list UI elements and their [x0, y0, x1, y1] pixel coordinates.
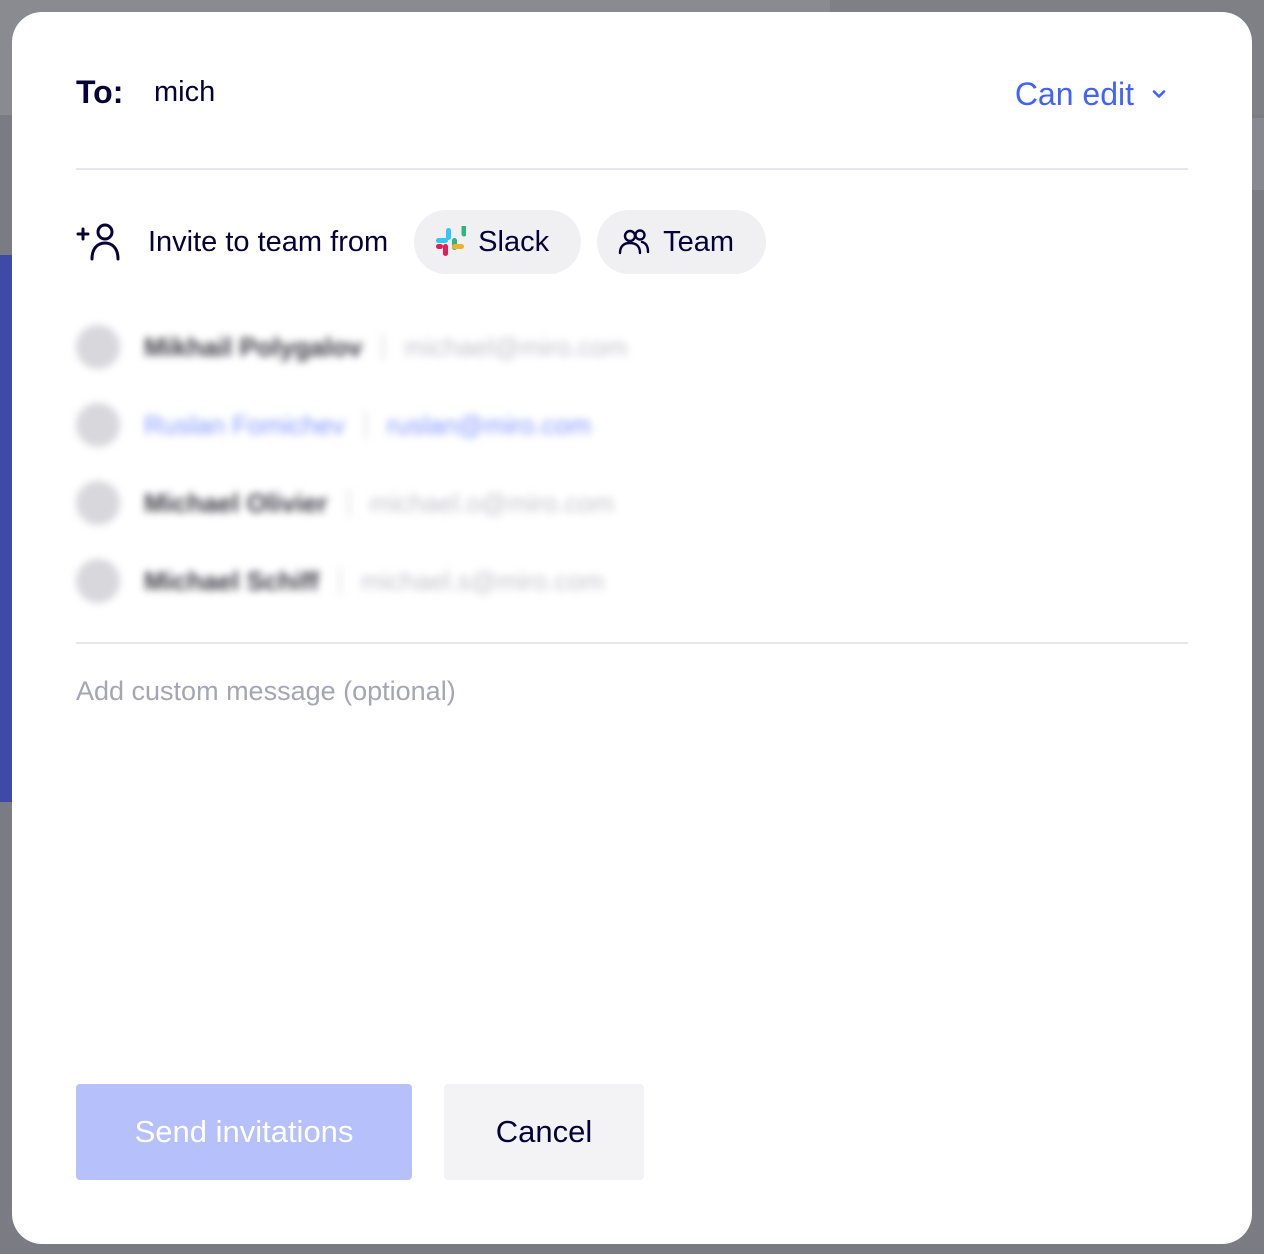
suggestion-item[interactable]: Michael Olivier michael.o@miro.com — [76, 464, 776, 542]
chevron-down-icon — [1152, 90, 1166, 98]
suggestion-email: michael@miro.com — [404, 331, 628, 362]
suggestion-name: Michael Olivier — [144, 487, 328, 518]
invite-label: Invite to team from — [148, 225, 389, 258]
invite-from-row: Invite to team from Slack Team — [76, 210, 782, 274]
avatar — [76, 559, 120, 603]
suggestion-item[interactable]: Mikhail Polygalov michael@miro.com — [76, 308, 776, 386]
suggestion-email: ruslan@miro.com — [386, 409, 591, 440]
suggestion-email: michael.s@miro.com — [360, 565, 604, 596]
separator — [382, 333, 385, 361]
recipient-input[interactable] — [154, 72, 854, 112]
suggestion-name: Ruslan Fomichev — [144, 409, 345, 440]
permission-dropdown[interactable]: Can edit — [1015, 72, 1168, 116]
team-button[interactable]: Team — [597, 210, 766, 274]
suggestion-item-highlighted[interactable]: Ruslan Fomichev ruslan@miro.com — [76, 386, 776, 464]
team-label: Team — [663, 225, 734, 258]
suggestion-name: Mikhail Polygalov — [144, 331, 363, 362]
slack-label: Slack — [478, 225, 550, 258]
slack-button[interactable]: Slack — [414, 210, 582, 274]
avatar — [76, 481, 120, 525]
share-dialog: To: Can edit Invite to team from — [12, 12, 1252, 1244]
separator — [347, 489, 350, 517]
background-panel — [1252, 118, 1264, 190]
suggestion-email: michael.o@miro.com — [369, 487, 615, 518]
divider — [76, 642, 1188, 644]
recipient-row: To: Can edit — [76, 72, 1188, 116]
suggestion-list: Mikhail Polygalov michael@miro.com Rusla… — [76, 308, 776, 620]
permission-label: Can edit — [1014, 75, 1134, 112]
separator — [364, 411, 367, 439]
cancel-button[interactable]: Cancel — [444, 1084, 644, 1180]
slack-logo-icon — [436, 226, 467, 256]
avatar — [76, 403, 120, 447]
background-sidebar — [0, 255, 12, 802]
divider — [76, 168, 1188, 170]
separator — [338, 567, 341, 595]
team-icon — [618, 229, 650, 255]
send-invitations-button[interactable]: Send invitations — [76, 1084, 412, 1180]
add-user-icon — [76, 223, 120, 261]
avatar — [76, 325, 120, 369]
to-label: To: — [76, 74, 124, 110]
suggestion-item[interactable]: Michael Schiff michael.s@miro.com — [76, 542, 776, 620]
custom-message-input[interactable] — [76, 676, 1188, 1016]
suggestion-name: Michael Schiff — [144, 565, 319, 596]
